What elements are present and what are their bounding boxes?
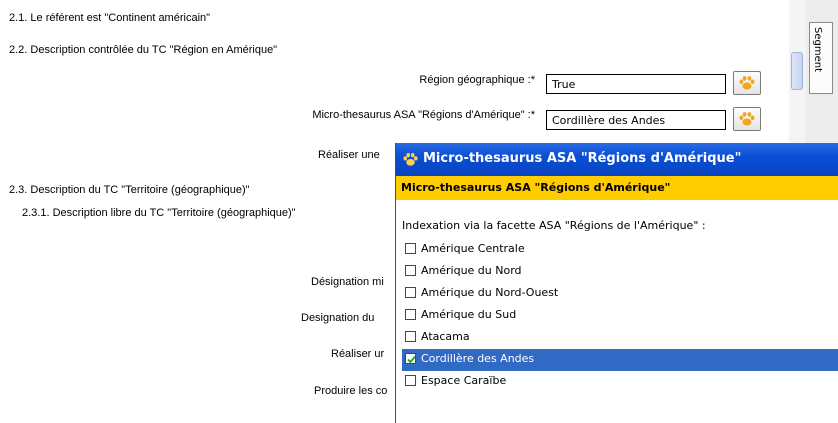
region-checklist: Amérique Centrale Amérique du Nord Améri… [402,239,838,393]
list-item-label: Amérique du Sud [421,308,517,321]
list-item[interactable]: Atacama [402,327,838,349]
list-item[interactable]: Amérique du Nord [402,261,838,283]
produire-label: Produire les co [314,385,388,397]
segment-tab[interactable]: Segment [809,22,833,94]
micro-thesaurus-field[interactable]: Cordillère des Andes [546,110,726,130]
list-item[interactable]: Amérique du Sud [402,305,838,327]
list-item-label: Atacama [421,330,470,343]
vertical-scrollbar[interactable] [789,0,806,150]
designation-mi-label: Désignation mi [311,276,384,288]
list-item[interactable]: Amérique du Nord-Ouest [402,283,838,305]
section-2-3-1: 2.3.1. Description libre du TC "Territoi… [22,207,296,219]
segment-tab-label: Segment [812,27,823,72]
popup-title-bar[interactable]: Micro-thesaurus ASA "Régions d'Amérique" [396,143,838,176]
list-item-label: Cordillère des Andes [421,352,535,365]
paw-icon [739,76,755,90]
popup-title: Micro-thesaurus ASA "Régions d'Amérique" [423,151,742,166]
list-item-label: Amérique du Nord [421,264,522,277]
checkbox[interactable] [405,309,416,320]
paw-icon [739,112,755,126]
section-2-3: 2.3. Description du TC "Territoire (géog… [9,184,250,196]
region-field[interactable]: True [546,74,726,94]
checkbox-checked[interactable] [405,353,416,364]
section-2-2: 2.2. Description contrôlée du TC "Région… [9,44,278,56]
micro-thesaurus-paw-button[interactable] [733,107,761,131]
list-item-label: Amérique du Nord-Ouest [421,286,559,299]
checkbox[interactable] [405,265,416,276]
check-icon [407,356,416,364]
list-item[interactable]: Espace Caraïbe [402,371,838,393]
checkbox[interactable] [405,287,416,298]
micro-thesaurus-label: Micro-thesaurus ASA "Régions d'Amérique"… [312,109,535,121]
popup-subtitle-bar: Micro-thesaurus ASA "Régions d'Amérique" [396,176,838,200]
micro-thesaurus-popup: Micro-thesaurus ASA "Régions d'Amérique"… [395,143,838,423]
section-2-1: 2.1. Le référent est "Continent américai… [9,12,211,24]
designation-du-label: Designation du [301,312,375,324]
facet-label: Indexation via la facette ASA "Régions d… [402,219,706,232]
list-item-label: Espace Caraïbe [421,374,507,387]
list-item-label: Amérique Centrale [421,242,525,255]
list-item[interactable]: Amérique Centrale [402,239,838,261]
checkbox[interactable] [405,331,416,342]
checkbox[interactable] [405,243,416,254]
checkbox[interactable] [405,375,416,386]
realiser-label-1: Réaliser une [318,149,380,161]
scrollbar-thumb[interactable] [791,52,803,90]
realiser-label-2: Réaliser ur [331,348,385,360]
region-paw-button[interactable] [733,71,761,95]
paw-icon [403,153,418,166]
list-item-selected[interactable]: Cordillère des Andes [402,349,838,371]
region-label: Région géographique :* [419,74,535,86]
popup-subtitle: Micro-thesaurus ASA "Régions d'Amérique" [401,181,671,194]
